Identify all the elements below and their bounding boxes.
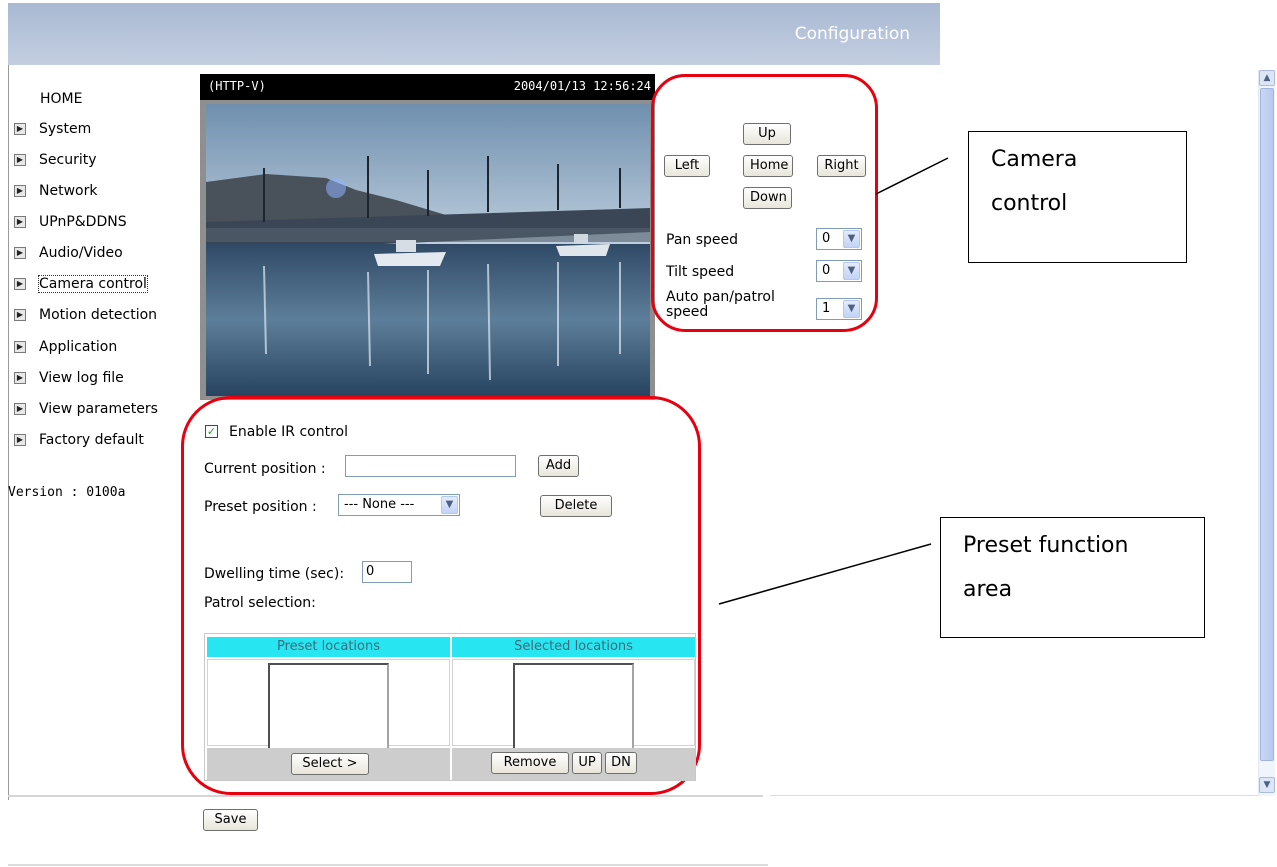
pan-left-button[interactable]: Left <box>664 155 710 177</box>
sidebar-item-upnp-ddns[interactable]: ▶ UPnP&DDNS <box>14 211 127 233</box>
preset-locations-header: Preset locations <box>207 637 450 657</box>
arrow-right-icon: ▶ <box>14 341 26 353</box>
add-preset-button[interactable]: Add <box>538 455 579 477</box>
arrow-right-icon: ▶ <box>14 123 26 135</box>
sidebar-item-label: UPnP&DDNS <box>39 214 127 230</box>
pan-right-button[interactable]: Right <box>817 155 866 177</box>
sidebar-item-label: Audio/Video <box>39 245 123 261</box>
sidebar-item-label: Security <box>39 152 97 168</box>
sidebar-item-label: Motion detection <box>39 307 158 323</box>
frame-bottom-line <box>8 795 763 797</box>
move-up-button[interactable]: UP <box>572 752 602 774</box>
sidebar-item-system[interactable]: ▶ System <box>14 118 91 140</box>
sidebar-item-security[interactable]: ▶ Security <box>14 149 97 171</box>
preset-position-label: Preset position : <box>204 499 317 515</box>
scroll-down-icon[interactable]: ▼ <box>1259 777 1275 793</box>
patrol-selection-label: Patrol selection: <box>204 595 316 611</box>
sidebar-item-view-log-file[interactable]: ▶ View log file <box>14 367 124 389</box>
camera-control-callout: Camera control <box>968 131 1187 263</box>
sidebar-item-motion-detection[interactable]: ▶ Motion detection <box>14 304 157 326</box>
camera-image <box>206 104 650 396</box>
dwelling-time-input[interactable]: 0 <box>362 561 412 583</box>
selected-locations-cell <box>452 659 695 750</box>
chevron-down-icon: ▼ <box>843 230 860 248</box>
move-down-button[interactable]: DN <box>605 752 637 774</box>
camera-live-view[interactable] <box>200 100 655 400</box>
patrol-table: Preset locations Selected locations Sele… <box>204 633 696 781</box>
save-button[interactable]: Save <box>203 809 258 831</box>
frame-bottom-line-right <box>770 795 1258 796</box>
sidebar-item-label: Network <box>39 183 98 199</box>
pan-speed-label: Pan speed <box>666 232 739 248</box>
enable-ir-label: Enable IR control <box>229 424 348 440</box>
arrow-right-icon: ▶ <box>14 403 26 415</box>
chevron-down-icon: ▼ <box>843 300 860 318</box>
camera-timestamp: 2004/01/13 12:56:24 <box>513 79 651 93</box>
footer-line <box>8 864 768 866</box>
sidebar-item-label: Application <box>39 339 118 355</box>
tilt-speed-select[interactable]: 0 ▼ <box>816 260 862 282</box>
arrow-right-icon: ▶ <box>14 372 26 384</box>
enable-ir-checkbox[interactable]: ✓ <box>205 425 218 438</box>
sidebar-item-factory-default[interactable]: ▶ Factory default <box>14 429 144 451</box>
sidebar-item-camera-control[interactable]: ▶ Camera control <box>14 273 148 295</box>
arrow-right-icon: ▶ <box>14 247 26 259</box>
sidebar-item-view-parameters[interactable]: ▶ View parameters <box>14 398 158 420</box>
auto-pan-speed-value: 1 <box>822 301 831 316</box>
tilt-speed-value: 0 <box>822 263 831 278</box>
pan-down-button[interactable]: Down <box>743 187 792 209</box>
chevron-down-icon: ▼ <box>843 262 860 280</box>
frame-left-edge <box>8 65 9 800</box>
preset-locations-cell <box>207 659 450 750</box>
delete-preset-button[interactable]: Delete <box>540 495 612 517</box>
arrow-right-icon: ▶ <box>14 154 26 166</box>
pan-up-button[interactable]: Up <box>743 123 791 145</box>
tilt-speed-label: Tilt speed <box>666 264 735 280</box>
pan-speed-value: 0 <box>822 231 831 246</box>
preset-area-callout-line <box>718 543 932 605</box>
arrow-right-icon: ▶ <box>14 434 26 446</box>
remove-location-button[interactable]: Remove <box>491 752 569 774</box>
firmware-version: Version : 0100a <box>8 485 126 500</box>
selected-locations-footer: Remove UP DN <box>452 748 695 780</box>
preset-locations-list[interactable] <box>268 663 389 750</box>
sidebar-item-label: System <box>39 121 92 137</box>
chevron-down-icon: ▼ <box>441 496 458 514</box>
scroll-up-icon[interactable]: ▲ <box>1259 70 1275 86</box>
dwelling-time-label: Dwelling time (sec): <box>204 566 345 582</box>
auto-pan-speed-select[interactable]: 1 ▼ <box>816 298 862 320</box>
header-bar: Configuration <box>8 3 940 65</box>
sidebar-item-application[interactable]: ▶ Application <box>14 336 117 358</box>
camera-info-bar: (HTTP-V) 2004/01/13 12:56:24 <box>200 74 655 100</box>
preset-area-callout: Preset function area <box>940 517 1205 638</box>
page-title: Configuration <box>794 24 910 44</box>
camera-control-callout-line <box>875 157 949 195</box>
sidebar-item-label: Camera control <box>38 275 148 293</box>
arrow-right-icon: ▶ <box>14 216 26 228</box>
pan-home-button[interactable]: Home <box>743 155 793 177</box>
sidebar-item-audio-video[interactable]: ▶ Audio/Video <box>14 242 123 264</box>
sidebar-item-label: View parameters <box>39 401 158 417</box>
sidebar-home-link[interactable]: HOME <box>40 91 82 107</box>
current-position-input[interactable] <box>345 455 516 477</box>
sidebar-item-label: Factory default <box>39 432 144 448</box>
selected-locations-header: Selected locations <box>452 637 695 657</box>
preset-position-select[interactable]: --- None --- ▼ <box>338 494 460 516</box>
arrow-right-icon: ▶ <box>14 185 26 197</box>
camera-label: (HTTP-V) <box>208 79 266 93</box>
select-location-button[interactable]: Select > <box>291 753 369 775</box>
pan-speed-select[interactable]: 0 ▼ <box>816 228 862 250</box>
preset-locations-footer: Select > <box>207 748 450 780</box>
sidebar-item-network[interactable]: ▶ Network <box>14 180 97 202</box>
arrow-right-icon: ▶ <box>14 309 26 321</box>
scrollbar-thumb[interactable] <box>1260 88 1274 761</box>
sidebar-item-label: View log file <box>39 370 124 386</box>
selected-locations-list[interactable] <box>513 663 634 750</box>
vertical-scrollbar[interactable]: ▲ ▼ <box>1258 70 1275 796</box>
preset-position-value: --- None --- <box>344 497 415 512</box>
arrow-right-icon: ▶ <box>14 278 26 290</box>
current-position-label: Current position : <box>204 461 326 477</box>
auto-pan-speed-label: Auto pan/patrol speed <box>666 289 775 320</box>
